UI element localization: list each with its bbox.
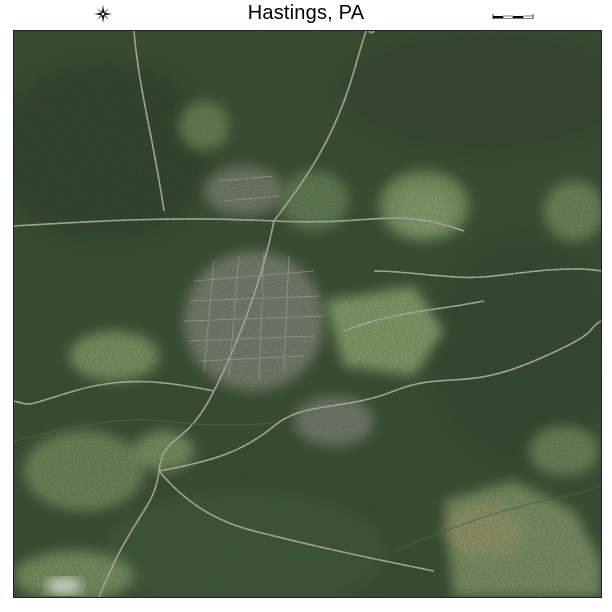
aerial-map-image[interactable] [13,30,602,598]
imagery-texture [14,31,601,597]
map-header: Hastings, PA [0,0,612,30]
scale-bar-icon [492,9,534,19]
cloud-patch [46,578,82,594]
